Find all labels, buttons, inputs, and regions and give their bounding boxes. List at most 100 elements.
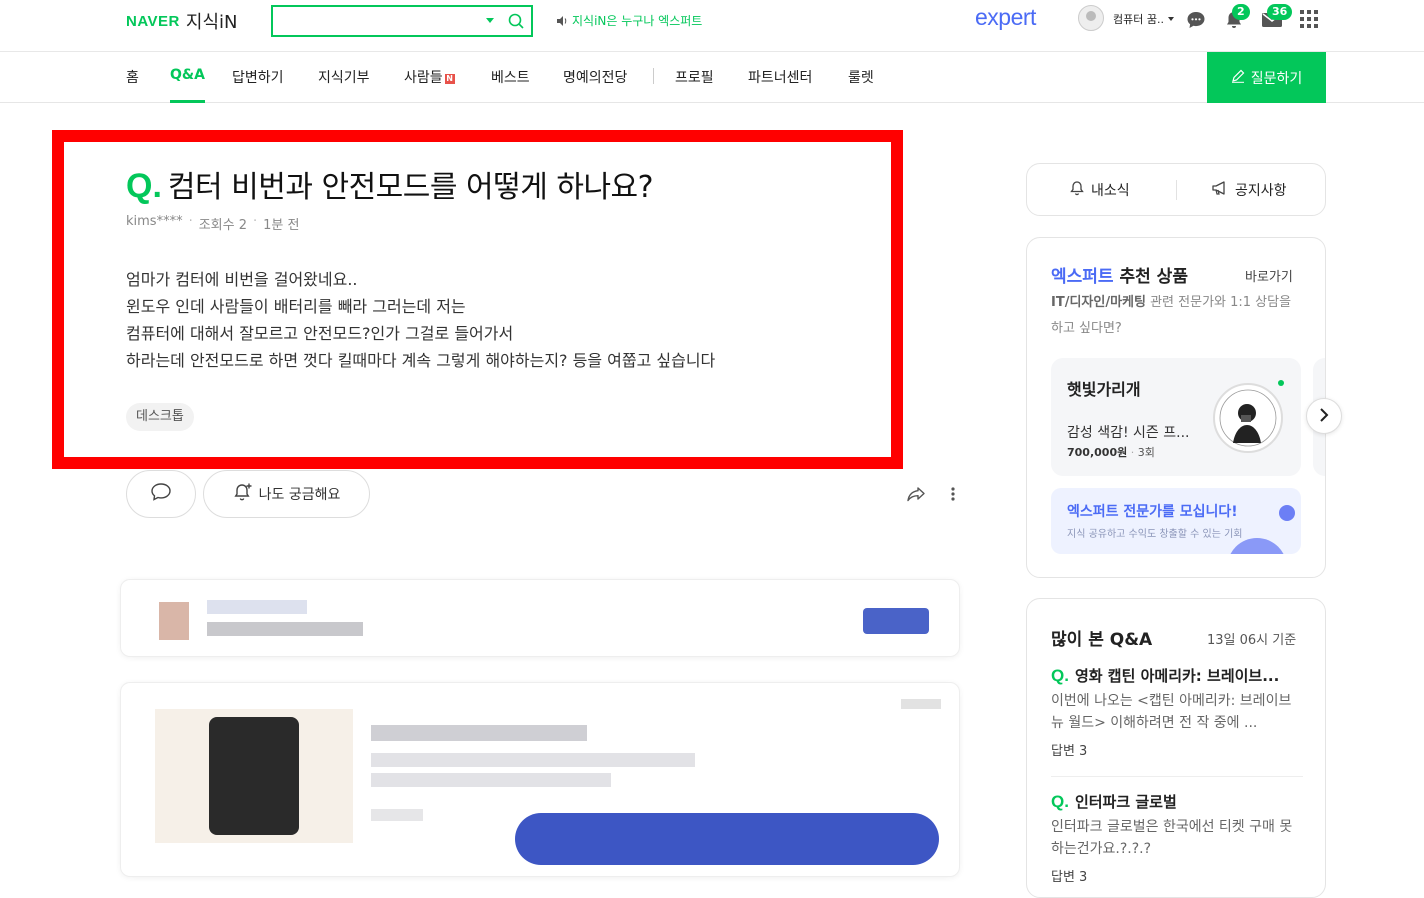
search-input[interactable] [277, 10, 477, 32]
avatar[interactable] [1078, 5, 1104, 31]
promo-text: 지식iN은 누구나 엑스퍼트 [572, 14, 703, 28]
expert-go-link[interactable]: 바로가기 [1245, 266, 1293, 285]
question-title-text: 컴터 비번과 안전모드를 어떻게 하나요? [167, 170, 654, 205]
meta-separator: · [188, 214, 193, 229]
blurred-text [207, 622, 363, 636]
question-body-line: 컴퓨터에 대해서 잘모르고 안전모드?인가 그걸로 들어가서 [126, 324, 514, 343]
question-tag[interactable]: 데스크톱 [126, 403, 194, 431]
expert-profile-photo [1213, 383, 1283, 453]
blurred-text [371, 753, 695, 767]
more-options-icon[interactable] [950, 484, 956, 508]
popular-answer-count: 답변 3 [1051, 870, 1088, 885]
user-name: 컴퓨터 꿈.. [1113, 13, 1164, 26]
ask-question-button[interactable]: 질문하기 [1207, 52, 1326, 103]
talk-icon[interactable] [1186, 10, 1206, 34]
share-icon[interactable] [905, 484, 927, 508]
blurred-text [371, 809, 423, 821]
announcements-link[interactable]: 공지사항 [1211, 180, 1287, 200]
notification-count-badge: 2 [1232, 4, 1250, 20]
announcements-label: 공지사항 [1235, 183, 1287, 199]
expert-product-card[interactable]: 햇빛가리개 감성 색감! 시즌 프... 700,000원 · 3회 [1051, 358, 1301, 476]
nav-hall-of-fame[interactable]: 명예의전당 [563, 67, 627, 103]
naver-logo[interactable]: NAVER [126, 13, 180, 30]
question-body-line: 윈도우 인데 사람들이 배터리를 빼라 그러는데 저는 [126, 297, 466, 316]
carousel-next-button[interactable] [1306, 398, 1342, 434]
expert-recruit-subtitle: 지식 공유하고 수익도 창출할 수 있는 기회 [1067, 529, 1243, 540]
blurred-button [863, 608, 929, 634]
megaphone-icon [1211, 180, 1229, 200]
naver-jisikin-logo[interactable]: NAVER 지식iN [126, 8, 238, 34]
expert-title-brand: 엑스퍼트 [1051, 267, 1114, 287]
nav-partner-center[interactable]: 파트너센터 [748, 67, 812, 103]
nav-people[interactable]: 사람들 N [404, 67, 455, 103]
blurred-product-shape [209, 717, 299, 835]
ask-question-label: 질문하기 [1250, 69, 1303, 86]
expert-title-rest: 추천 상품 [1113, 267, 1188, 287]
nav-profile[interactable]: 프로필 [675, 67, 714, 103]
blurred-product-card [120, 682, 960, 877]
popular-question: Q. 영화 캡틴 아메리카: 브레이브... [1051, 665, 1303, 686]
question-mark-label: Q. [126, 167, 162, 205]
nav-divider [653, 68, 654, 84]
promo-link[interactable]: 지식iN은 누구나 엑스퍼트 [556, 12, 702, 29]
popular-answer-preview: 인터파크 글로벌은 한국에선 티켓 구매 못하는건가요.?.?.? [1051, 819, 1293, 857]
expert-logo[interactable]: expert [975, 4, 1036, 31]
banner-decoration [1227, 538, 1287, 554]
popular-question-text: 인터파크 글로벌 [1074, 793, 1177, 811]
nav-home[interactable]: 홈 [126, 67, 139, 103]
new-badge: N [444, 74, 455, 84]
search-dropdown-icon[interactable] [486, 18, 494, 23]
notice-divider [1176, 180, 1177, 200]
blurred-text [371, 773, 611, 787]
my-news-link[interactable]: 내소식 [1069, 180, 1130, 200]
popular-divider [1051, 776, 1303, 777]
nav-best[interactable]: 베스트 [491, 67, 530, 103]
popular-qna-item[interactable]: Q. 인터파크 글로벌 인터파크 글로벌은 한국에선 티켓 구매 못하는건가요.?… [1051, 791, 1303, 885]
blurred-text [371, 725, 587, 741]
question-time: 1분 전 [263, 218, 300, 233]
expert-product-price: 700,000원 · 3회 [1067, 444, 1155, 460]
nav-roulette[interactable]: 룰렛 [848, 67, 874, 103]
question-mark-label: Q. [1051, 792, 1069, 811]
question-body: 엄마가 컴터에 비번을 걸어왔네요.. 윈도우 인데 사람들이 배터리를 빼라 … [126, 266, 715, 374]
expert-price: 700,000원 [1067, 446, 1128, 459]
bell-plus-icon [233, 482, 253, 506]
expert-product-name: 감성 색감! 시즌 프... [1067, 425, 1190, 441]
expert-recommend-title: 엑스퍼트 추천 상품 [1051, 262, 1188, 287]
banner-decoration [1279, 505, 1295, 521]
my-news-label: 내소식 [1091, 183, 1130, 199]
meta-separator: · [253, 214, 258, 229]
blurred-ad-card [120, 579, 960, 657]
nav-answer[interactable]: 답변하기 [232, 67, 284, 103]
chevron-right-icon [1319, 407, 1329, 426]
bell-icon [1069, 180, 1085, 200]
question-mark-label: Q. [1051, 666, 1069, 685]
me-too-curious-label: 나도 궁금해요 [258, 487, 341, 503]
expert-recruit-banner[interactable]: 엑스퍼트 전문가를 모십니다! 지식 공유하고 수익도 창출할 수 있는 기회 [1051, 488, 1301, 554]
question-author[interactable]: kims**** [126, 214, 183, 233]
blurred-text [901, 699, 941, 709]
top-header: NAVER 지식iN 지식iN은 누구나 엑스퍼트 expert 컴퓨터 꿈..… [0, 0, 1424, 52]
pencil-icon [1231, 69, 1245, 86]
expert-recommend-box: 엑스퍼트 추천 상품 바로가기 IT/디자인/마케팅 관련 전문가와 1:1 상… [1026, 237, 1326, 578]
user-menu[interactable]: 컴퓨터 꿈.. [1113, 11, 1174, 27]
question-views: 조회수 2 [198, 218, 248, 233]
expert-name: 햇빛가리개 [1067, 380, 1141, 399]
me-too-curious-button[interactable]: 나도 궁금해요 [203, 470, 370, 518]
price-separator: · [1130, 446, 1135, 459]
popular-qna-timestamp: 13일 06시 기준 [1207, 633, 1297, 648]
expert-description: IT/디자인/마케팅 관련 전문가와 1:1 상담을 하고 싶다면? [1051, 290, 1301, 342]
notice-box: 내소식 공지사항 [1026, 163, 1326, 216]
nav-donate[interactable]: 지식기부 [318, 67, 370, 103]
popular-qna-item[interactable]: Q. 영화 캡틴 아메리카: 브레이브... 이번에 나오는 <캡틴 아메리카: … [1051, 665, 1303, 759]
comment-button[interactable] [126, 470, 196, 518]
nav-qna[interactable]: Q&A [170, 67, 205, 103]
nav-people-label: 사람들 [404, 70, 443, 86]
jisikin-logo[interactable]: 지식iN [186, 8, 238, 34]
search-box [271, 5, 533, 37]
comment-icon [150, 482, 172, 506]
popular-answer-count: 답변 3 [1051, 744, 1088, 759]
expert-recruit-title: 엑스퍼트 전문가를 모십니다! [1067, 504, 1238, 520]
apps-grid-icon[interactable] [1300, 10, 1318, 32]
search-icon[interactable] [507, 12, 525, 34]
